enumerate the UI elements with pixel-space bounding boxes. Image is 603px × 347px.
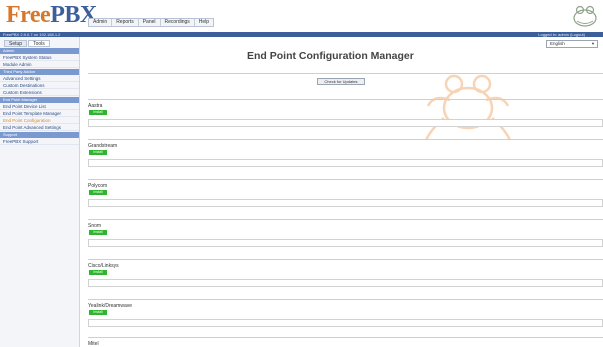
- brand-models-box: [88, 199, 603, 207]
- brand-divider: [88, 219, 603, 220]
- brand-name: Aastra: [88, 103, 103, 109]
- sidebar-tab-tools[interactable]: Tools: [28, 40, 50, 47]
- tab-reports[interactable]: Reports: [112, 19, 139, 26]
- brand-name: Mitel: [88, 341, 99, 347]
- sidebar: Setup Tools Admin FreePBX System Status …: [0, 37, 80, 347]
- sidebar-item-device-list[interactable]: End Point Device List: [0, 103, 79, 110]
- brand-row-cisco-linksys: Cisco/Linksys Install: [88, 259, 603, 299]
- freepbx-logo[interactable]: FreePBX: [6, 3, 97, 27]
- title-divider: [88, 73, 603, 74]
- tab-recordings[interactable]: Recordings: [161, 19, 195, 26]
- tab-panel[interactable]: Panel: [139, 19, 161, 26]
- install-button[interactable]: Install: [89, 310, 107, 315]
- brand-row-grandstream: Grandstream Install: [88, 139, 603, 179]
- tab-help[interactable]: Help: [195, 19, 213, 26]
- brand-models-box: [88, 119, 603, 127]
- check-for-updates-button[interactable]: Check for Updates: [317, 78, 365, 85]
- sidebar-item-module-admin[interactable]: Module Admin: [0, 61, 79, 68]
- brand-row-mitel: Mitel: [88, 337, 603, 347]
- language-select[interactable]: English ▼: [546, 40, 598, 48]
- brand-divider: [88, 337, 603, 338]
- app-window: FreePBX Admin Reports Panel Recordings H…: [0, 0, 603, 347]
- sidebar-item-advanced-settings[interactable]: Advanced Settings: [0, 75, 79, 82]
- sidebar-item-system-status[interactable]: FreePBX System Status: [0, 54, 79, 61]
- header: FreePBX Admin Reports Panel Recordings H…: [0, 0, 603, 32]
- frog-icon: [573, 5, 597, 27]
- install-button[interactable]: Install: [89, 190, 107, 195]
- sidebar-item-custom-destinations[interactable]: Custom Destinations: [0, 82, 79, 89]
- brand-name: Yealink/Dreamwave: [88, 303, 133, 309]
- brand-row-snom: Snom Install: [88, 219, 603, 259]
- brand-divider: [88, 99, 603, 100]
- chevron-down-icon: ▼: [591, 41, 595, 46]
- status-bar: FreePBX 2.9.0.7 on 192.168.1.2 Logged in…: [0, 32, 603, 37]
- brand-name: Polycom: [88, 183, 108, 189]
- brand-divider: [88, 179, 603, 180]
- install-button[interactable]: Install: [89, 110, 107, 115]
- install-button[interactable]: Install: [89, 230, 107, 235]
- language-selected: English: [550, 41, 565, 46]
- install-button[interactable]: Install: [89, 150, 107, 155]
- top-tabs: Admin Reports Panel Recordings Help: [88, 18, 215, 27]
- logo-free: Free: [6, 2, 51, 28]
- brand-row-yealink: Yealink/Dreamwave Install: [88, 299, 603, 339]
- sidebar-item-configuration[interactable]: End Point Configuration: [0, 117, 79, 124]
- install-button[interactable]: Install: [89, 270, 107, 275]
- brand-name: Snom: [88, 223, 102, 229]
- brand-models-box: [88, 239, 603, 247]
- brand-divider: [88, 139, 603, 140]
- page-title: End Point Configuration Manager: [247, 50, 414, 62]
- sidebar-tab-setup[interactable]: Setup: [4, 40, 28, 47]
- sidebar-item-freepbx-support[interactable]: FreePBX Support: [0, 138, 79, 145]
- brand-divider: [88, 299, 603, 300]
- brand-models-box: [88, 319, 603, 327]
- brand-name: Cisco/Linksys: [88, 263, 119, 269]
- sidebar-item-advanced-endpoint[interactable]: End Point Advanced Settings: [0, 124, 79, 131]
- brand-divider: [88, 259, 603, 260]
- brand-row-polycom: Polycom Install: [88, 179, 603, 219]
- brand-name: Grandstream: [88, 143, 118, 149]
- brand-row-aastra: Aastra Install: [88, 99, 603, 139]
- logged-in-text[interactable]: Logged in: admin (Logout): [538, 32, 585, 37]
- sidebar-tabs: Setup Tools: [0, 37, 79, 47]
- brand-models-box: [88, 159, 603, 167]
- tab-admin[interactable]: Admin: [89, 19, 113, 26]
- sidebar-item-custom-extensions[interactable]: Custom Extensions: [0, 89, 79, 96]
- sidebar-item-template-manager[interactable]: End Point Template Manager: [0, 110, 79, 117]
- brand-models-box: [88, 279, 603, 287]
